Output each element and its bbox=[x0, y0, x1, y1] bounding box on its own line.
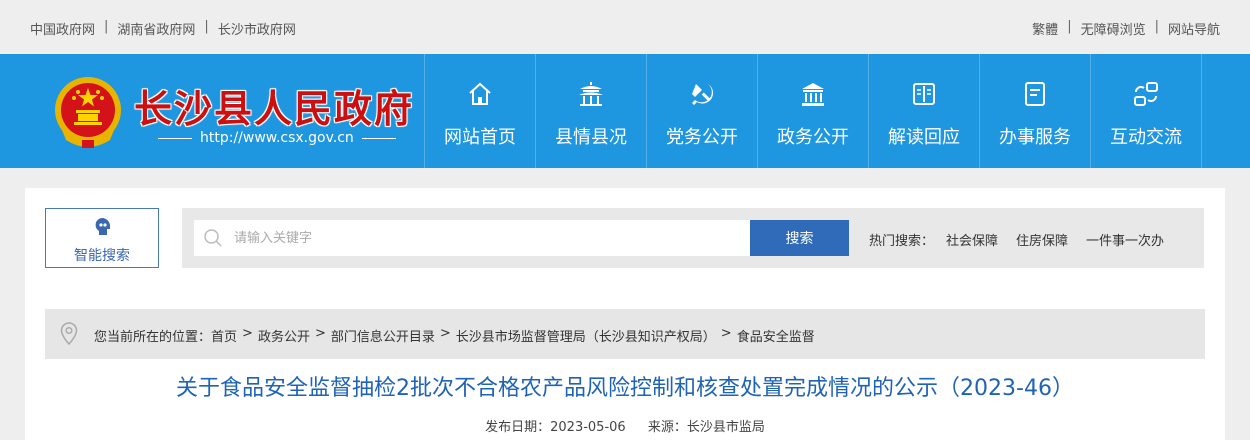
article-title: 关于食品安全监督抽检2批次不合格农产品风险控制和核查处置完成情况的公示（2023… bbox=[176, 376, 1074, 401]
separator: | bbox=[1067, 19, 1072, 34]
nav-label: 党务公开 bbox=[666, 127, 738, 148]
location-pin-icon bbox=[60, 322, 78, 346]
nav-government-affairs[interactable]: 政务公开 bbox=[758, 54, 869, 168]
separator: | bbox=[204, 19, 209, 34]
breadcrumb-prefix: 您当前所在的位置： bbox=[94, 330, 212, 345]
hot-searches: 热门搜索： 社会保障 住房保障 一件事一次办 bbox=[869, 230, 1182, 249]
link-hunan-gov[interactable]: 湖南省政府网 bbox=[117, 19, 195, 38]
breadcrumb-arrow: > bbox=[439, 326, 451, 341]
party-emblem-icon bbox=[692, 84, 714, 105]
nav-party-affairs[interactable]: 党务公开 bbox=[647, 54, 758, 168]
book-icon bbox=[913, 83, 935, 105]
breadcrumb: 您当前所在的位置： 首页 > 政务公开 > 部门信息公开目录 > 长沙县市场监督… bbox=[45, 309, 1205, 359]
smart-search-label: 智能搜索 bbox=[74, 248, 130, 264]
search-button[interactable]: 搜索 bbox=[750, 220, 849, 256]
publish-date: 发布日期：2023-05-06 bbox=[485, 420, 626, 435]
breadcrumb-arrow: > bbox=[720, 326, 732, 341]
breadcrumb-arrow: > bbox=[314, 326, 326, 341]
link-accessibility[interactable]: 无障碍浏览 bbox=[1081, 19, 1146, 38]
article-meta: 发布日期：2023-05-06 来源：长沙县市监局 bbox=[45, 416, 1205, 435]
nav-home[interactable]: 网站首页 bbox=[425, 54, 536, 168]
site-header: 长沙县人民政府 http://www.csx.gov.cn 网站首页 县情县况 … bbox=[0, 54, 1250, 168]
link-site-nav[interactable]: 网站导航 bbox=[1168, 19, 1220, 38]
site-title[interactable]: 长沙县人民政府 bbox=[134, 78, 414, 133]
main-nav: 网站首页 县情县况 党务公开 政务公开 解读回应 办事服务 互动交流 bbox=[424, 54, 1202, 168]
top-bar: 中国政府网 | 湖南省政府网 | 长沙市政府网 繁體 | 无障碍浏览 | 网站导… bbox=[0, 0, 1250, 54]
nav-interaction[interactable]: 互动交流 bbox=[1091, 54, 1202, 168]
breadcrumb-item[interactable]: 政务公开 bbox=[258, 326, 310, 345]
hot-search-label: 热门搜索： bbox=[869, 234, 935, 249]
hot-search-term[interactable]: 住房保障 bbox=[1016, 230, 1068, 249]
government-building-icon bbox=[802, 83, 824, 106]
search-icon bbox=[204, 229, 222, 247]
publish-date-label: 发布日期： bbox=[485, 420, 551, 435]
top-right-links: 繁體 | 无障碍浏览 | 网站导航 bbox=[1032, 19, 1220, 38]
article-source: 来源：长沙县市监局 bbox=[648, 420, 765, 435]
site-url: http://www.csx.gov.cn bbox=[150, 130, 404, 146]
publish-date-value: 2023-05-06 bbox=[550, 420, 626, 435]
nav-services[interactable]: 办事服务 bbox=[980, 54, 1091, 168]
search-input[interactable] bbox=[194, 220, 750, 256]
link-changsha-gov[interactable]: 长沙市政府网 bbox=[218, 19, 296, 38]
nav-interpretation[interactable]: 解读回应 bbox=[869, 54, 980, 168]
pavilion-icon bbox=[579, 82, 603, 106]
site-url-text: http://www.csx.gov.cn bbox=[200, 130, 354, 146]
breadcrumb-items: 您当前所在的位置： 首页 > 政务公开 > 部门信息公开目录 > 长沙县市场监督… bbox=[94, 326, 815, 345]
link-traditional-chinese[interactable]: 繁體 bbox=[1032, 19, 1058, 38]
source-value: 长沙县市监局 bbox=[686, 420, 765, 435]
nav-label: 政务公开 bbox=[777, 127, 849, 148]
divider bbox=[361, 137, 396, 139]
nav-label: 网站首页 bbox=[444, 127, 516, 148]
nav-label: 办事服务 bbox=[999, 127, 1071, 148]
breadcrumb-item[interactable]: 部门信息公开目录 bbox=[331, 326, 435, 345]
breadcrumb-arrow: > bbox=[242, 326, 253, 341]
interaction-icon bbox=[1134, 82, 1158, 106]
hot-search-term[interactable]: 一件事一次办 bbox=[1086, 230, 1164, 249]
hot-search-term[interactable]: 社会保障 bbox=[946, 230, 998, 249]
nav-county-info[interactable]: 县情县况 bbox=[536, 54, 647, 168]
national-emblem-icon[interactable] bbox=[52, 74, 124, 150]
breadcrumb-item[interactable]: 长沙县市场监督管理局（长沙县知识产权局） bbox=[456, 326, 716, 345]
smart-search-button[interactable]: 智能搜索 bbox=[45, 208, 159, 268]
separator: | bbox=[104, 19, 109, 34]
divider bbox=[158, 137, 192, 139]
breadcrumb-item[interactable]: 首页 bbox=[211, 326, 237, 345]
robot-head-icon bbox=[95, 218, 110, 235]
home-icon bbox=[469, 82, 491, 105]
nav-label: 解读回应 bbox=[888, 127, 960, 148]
breadcrumb-item[interactable]: 食品安全监督 bbox=[737, 326, 815, 345]
nav-label: 互动交流 bbox=[1110, 127, 1182, 148]
source-label: 来源： bbox=[647, 420, 687, 435]
separator: | bbox=[1154, 19, 1159, 34]
nav-label: 县情县况 bbox=[555, 127, 627, 148]
form-icon bbox=[1025, 82, 1045, 106]
top-left-links: 中国政府网 | 湖南省政府网 | 长沙市政府网 bbox=[30, 19, 296, 38]
link-china-gov[interactable]: 中国政府网 bbox=[30, 19, 95, 38]
